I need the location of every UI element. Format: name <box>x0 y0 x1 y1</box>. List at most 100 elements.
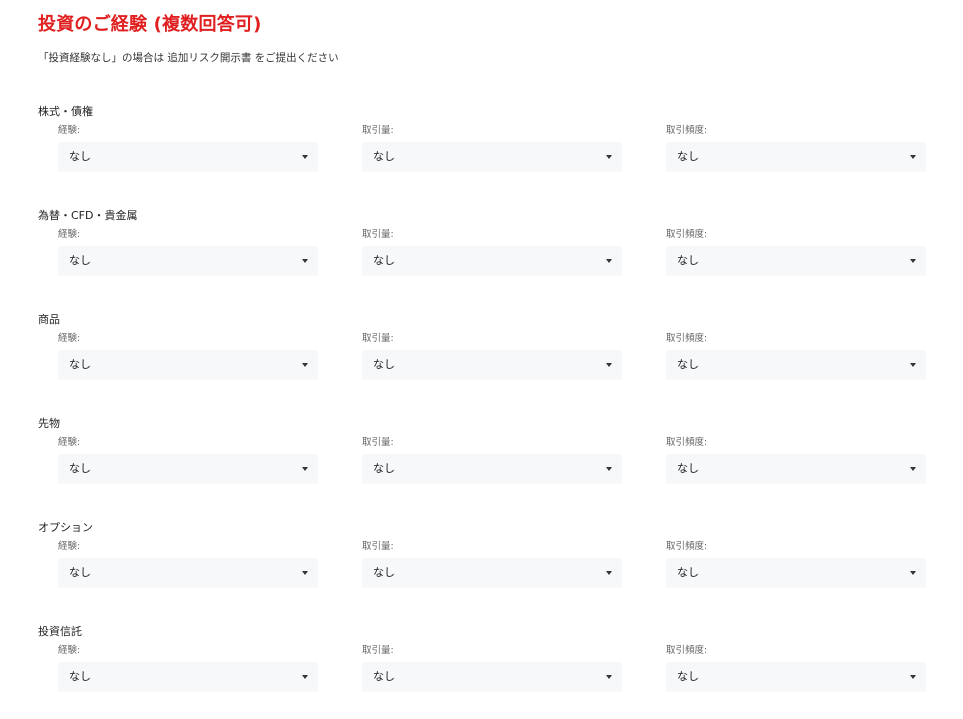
frequency-value: なし <box>677 358 699 371</box>
volume-label: 取引量: <box>362 645 394 656</box>
experience-value: なし <box>69 358 91 371</box>
experience-select[interactable]: なし <box>58 142 318 172</box>
experience-value: なし <box>69 566 91 579</box>
section-investment-trusts: 投資信託 経験: なし 取引量: なし 取引頻度: なし <box>38 623 928 719</box>
caret-down-icon <box>606 571 612 575</box>
experience-label: 経験: <box>58 333 81 344</box>
frequency-label: 取引頻度: <box>666 229 708 240</box>
frequency-field: 取引頻度: なし <box>666 644 926 692</box>
caret-down-icon <box>910 363 916 367</box>
experience-value: なし <box>69 254 91 267</box>
frequency-value: なし <box>677 670 699 683</box>
caret-down-icon <box>302 571 308 575</box>
frequency-value: なし <box>677 566 699 579</box>
frequency-field: 取引頻度: なし <box>666 124 926 172</box>
volume-select[interactable]: なし <box>362 662 622 692</box>
frequency-label: 取引頻度: <box>666 437 708 448</box>
experience-label: 経験: <box>58 645 81 656</box>
caret-down-icon <box>606 675 612 679</box>
section-title: 為替・CFD・貴金属 <box>38 209 138 222</box>
investment-experience-form: 投資のご経験 (複数回答可) 「投資経験なし」の場合は 追加リスク開示書 をご提… <box>0 0 963 719</box>
caret-down-icon <box>606 155 612 159</box>
caret-down-icon <box>302 467 308 471</box>
caret-down-icon <box>606 363 612 367</box>
section-futures: 先物 経験: なし 取引量: なし 取引頻度: なし <box>38 415 928 519</box>
experience-label: 経験: <box>58 541 81 552</box>
section-title: オプション <box>38 521 93 534</box>
frequency-value: なし <box>677 150 699 163</box>
experience-field: 経験: なし <box>58 436 318 484</box>
frequency-label: 取引頻度: <box>666 125 708 136</box>
volume-select[interactable]: なし <box>362 558 622 588</box>
caret-down-icon <box>910 467 916 471</box>
frequency-select[interactable]: なし <box>666 662 926 692</box>
volume-select[interactable]: なし <box>362 246 622 276</box>
volume-value: なし <box>373 566 395 579</box>
frequency-field: 取引頻度: なし <box>666 332 926 380</box>
frequency-select[interactable]: なし <box>666 454 926 484</box>
experience-select[interactable]: なし <box>58 350 318 380</box>
experience-field: 経験: なし <box>58 332 318 380</box>
volume-field: 取引量: なし <box>362 540 622 588</box>
volume-select[interactable]: なし <box>362 142 622 172</box>
experience-select[interactable]: なし <box>58 558 318 588</box>
section-title: 先物 <box>38 417 60 430</box>
caret-down-icon <box>910 155 916 159</box>
experience-select[interactable]: なし <box>58 454 318 484</box>
experience-field: 経験: なし <box>58 124 318 172</box>
frequency-label: 取引頻度: <box>666 333 708 344</box>
volume-label: 取引量: <box>362 125 394 136</box>
experience-value: なし <box>69 150 91 163</box>
frequency-value: なし <box>677 254 699 267</box>
experience-value: なし <box>69 670 91 683</box>
section-options: オプション 経験: なし 取引量: なし 取引頻度: なし <box>38 519 928 623</box>
volume-field: 取引量: なし <box>362 124 622 172</box>
experience-field: 経験: なし <box>58 644 318 692</box>
frequency-field: 取引頻度: なし <box>666 436 926 484</box>
experience-value: なし <box>69 462 91 475</box>
frequency-select[interactable]: なし <box>666 558 926 588</box>
experience-select[interactable]: なし <box>58 662 318 692</box>
frequency-field: 取引頻度: なし <box>666 540 926 588</box>
frequency-label: 取引頻度: <box>666 645 708 656</box>
caret-down-icon <box>910 259 916 263</box>
frequency-select[interactable]: なし <box>666 142 926 172</box>
frequency-field: 取引頻度: なし <box>666 228 926 276</box>
caret-down-icon <box>910 571 916 575</box>
volume-label: 取引量: <box>362 333 394 344</box>
volume-value: なし <box>373 670 395 683</box>
volume-value: なし <box>373 462 395 475</box>
volume-field: 取引量: なし <box>362 332 622 380</box>
volume-select[interactable]: なし <box>362 454 622 484</box>
experience-label: 経験: <box>58 229 81 240</box>
caret-down-icon <box>302 675 308 679</box>
volume-value: なし <box>373 358 395 371</box>
frequency-select[interactable]: なし <box>666 350 926 380</box>
experience-field: 経験: なし <box>58 228 318 276</box>
risk-disclosure-notice: 「投資経験なし」の場合は 追加リスク開示書 をご提出ください <box>38 52 339 64</box>
volume-field: 取引量: なし <box>362 644 622 692</box>
volume-value: なし <box>373 254 395 267</box>
volume-field: 取引量: なし <box>362 228 622 276</box>
experience-field: 経験: なし <box>58 540 318 588</box>
caret-down-icon <box>606 467 612 471</box>
volume-field: 取引量: なし <box>362 436 622 484</box>
volume-label: 取引量: <box>362 541 394 552</box>
volume-select[interactable]: なし <box>362 350 622 380</box>
frequency-select[interactable]: なし <box>666 246 926 276</box>
section-commodities: 商品 経験: なし 取引量: なし 取引頻度: なし <box>38 311 928 415</box>
frequency-value: なし <box>677 462 699 475</box>
experience-select[interactable]: なし <box>58 246 318 276</box>
page-title: 投資のご経験 (複数回答可) <box>38 14 262 35</box>
volume-label: 取引量: <box>362 229 394 240</box>
caret-down-icon <box>302 259 308 263</box>
caret-down-icon <box>606 259 612 263</box>
caret-down-icon <box>910 675 916 679</box>
section-title: 商品 <box>38 313 60 326</box>
section-title: 株式・債権 <box>38 105 93 118</box>
volume-value: なし <box>373 150 395 163</box>
section-stocks-bonds: 株式・債権 経験: なし 取引量: なし 取引頻度: なし <box>38 103 928 207</box>
frequency-label: 取引頻度: <box>666 541 708 552</box>
volume-label: 取引量: <box>362 437 394 448</box>
caret-down-icon <box>302 155 308 159</box>
